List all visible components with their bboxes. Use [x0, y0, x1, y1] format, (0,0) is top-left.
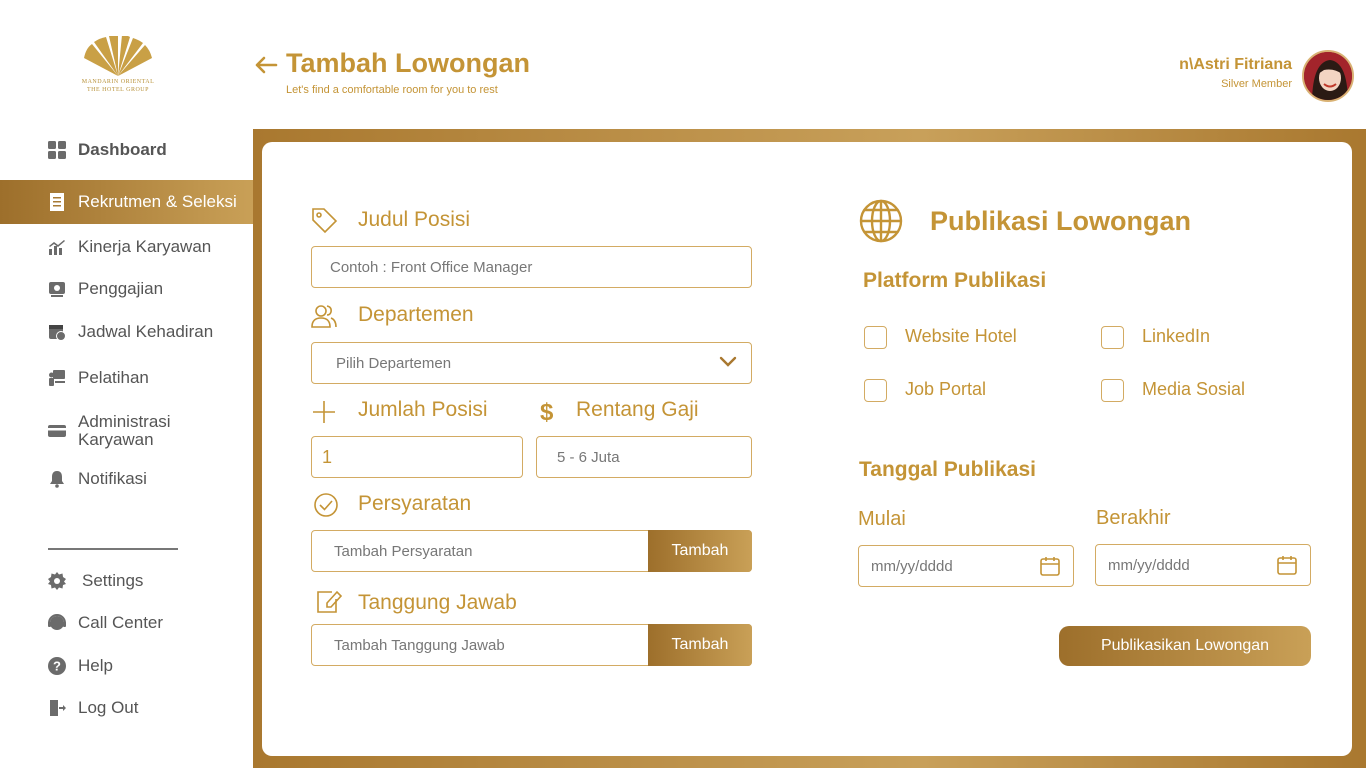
help-icon: ?	[48, 657, 66, 675]
users-icon	[310, 302, 338, 330]
jumlah-posisi-input[interactable]: 1	[311, 436, 523, 478]
sidebar-item-pelatihan[interactable]: Pelatihan	[0, 358, 253, 398]
gear-icon	[48, 572, 66, 590]
globe-icon	[858, 198, 904, 244]
berakhir-date-placeholder: mm/yy/dddd	[1108, 556, 1190, 574]
tag-icon	[310, 206, 338, 234]
avatar[interactable]	[1302, 50, 1354, 102]
logout-icon	[48, 699, 66, 717]
sidebar-item-logout[interactable]: Log Out	[0, 688, 253, 728]
departemen-select-value: Pilih Departemen	[336, 354, 452, 372]
jumlah-posisi-label: Jumlah Posisi	[358, 398, 488, 421]
sidebar-item-label: Log Out	[78, 698, 139, 717]
sidebar-item-label: Pelatihan	[78, 368, 149, 387]
edit-icon	[314, 587, 343, 615]
job-portal-label: Job Portal	[905, 379, 987, 399]
sidebar-item-label: Help	[78, 656, 113, 675]
page-title: Tambah Lowongan	[286, 48, 530, 78]
berakhir-label: Berakhir	[1096, 507, 1171, 529]
back-arrow-icon[interactable]	[254, 54, 278, 76]
sidebar-item-label: Administrasi Karyawan	[78, 412, 171, 449]
card-icon	[48, 422, 66, 440]
website-hotel-label: Website Hotel	[905, 326, 1017, 346]
chevron-down-icon	[719, 356, 737, 367]
judul-posisi-label: Judul Posisi	[358, 208, 471, 231]
dollar-icon: $	[536, 398, 564, 426]
mulai-date-placeholder: mm/yy/dddd	[871, 557, 953, 575]
sidebar-item-label: Kinerja Karyawan	[78, 237, 212, 256]
berakhir-date-input[interactable]: mm/yy/dddd	[1095, 544, 1311, 586]
media-sosial-label: Media Sosial	[1142, 379, 1246, 399]
sidebar-divider	[48, 548, 178, 550]
rentang-gaji-input[interactable]: 5 - 6 Juta	[536, 436, 752, 478]
headset-icon	[48, 614, 66, 632]
payroll-icon	[48, 280, 66, 298]
sidebar-item-label: Jadwal Kehadiran	[78, 322, 214, 341]
tambah-tanggung-jawab-button[interactable]: Tambah	[648, 624, 752, 666]
logo-text-line1: MANDARIN ORIENTAL	[81, 79, 155, 85]
sidebar-item-help[interactable]: ? Help	[0, 646, 253, 686]
bell-icon	[48, 470, 66, 488]
judul-posisi-input[interactable]: Contoh : Front Office Manager	[311, 246, 752, 288]
calendar-icon[interactable]	[1276, 554, 1298, 576]
checkbox-linkedin[interactable]	[1101, 326, 1124, 349]
mulai-label: Mulai	[858, 508, 906, 530]
training-icon	[48, 369, 66, 387]
sidebar-item-administrasi[interactable]: Administrasi Karyawan	[0, 408, 253, 454]
sidebar-item-rekrutmen[interactable]: Rekrutmen & Seleksi	[0, 180, 253, 224]
tanggung-jawab-label: Tanggung Jawab	[358, 591, 517, 614]
sidebar-item-label: Dashboard	[78, 140, 167, 159]
calendar-clock-icon	[48, 323, 66, 341]
rentang-gaji-label: Rentang Gaji	[576, 398, 699, 421]
persyaratan-label: Persyaratan	[358, 492, 472, 515]
fan-logo-icon	[84, 36, 152, 76]
publikasi-title: Publikasi Lowongan	[930, 206, 1192, 236]
sidebar-item-call-center[interactable]: Call Center	[0, 603, 253, 643]
sidebar-item-dashboard[interactable]: Dashboard	[0, 130, 253, 170]
publikasikan-lowongan-button[interactable]: Publikasikan Lowongan	[1059, 626, 1311, 666]
user-name: n\Astri Fitriana	[1179, 56, 1292, 73]
sidebar-item-jadwal[interactable]: Jadwal Kehadiran	[0, 312, 253, 352]
tanggal-publikasi-title: Tanggal Publikasi	[859, 458, 1036, 481]
sidebar-item-label: Penggajian	[78, 279, 164, 298]
sidebar-item-penggajian[interactable]: Penggajian	[0, 269, 253, 309]
checkbox-website-hotel[interactable]	[864, 326, 887, 349]
check-circle-icon	[312, 491, 340, 519]
sidebar-item-label: Rekrutmen & Seleksi	[78, 192, 237, 211]
tambah-persyaratan-button[interactable]: Tambah	[648, 530, 752, 572]
document-list-icon	[48, 193, 66, 211]
departemen-label: Departemen	[358, 303, 474, 326]
page-subtitle: Let's find a comfortable room for you to…	[286, 84, 498, 96]
mulai-date-input[interactable]: mm/yy/dddd	[858, 545, 1074, 587]
departemen-select[interactable]: Pilih Departemen	[311, 342, 752, 384]
chart-icon	[48, 238, 66, 256]
platform-publikasi-title: Platform Publikasi	[863, 269, 1047, 292]
checkbox-job-portal[interactable]	[864, 379, 887, 402]
linkedin-label: LinkedIn	[1142, 326, 1211, 346]
calendar-icon[interactable]	[1039, 555, 1061, 577]
checkbox-media-sosial[interactable]	[1101, 379, 1124, 402]
logo-text-line2: THE HOTEL GROUP	[87, 87, 149, 93]
sidebar-item-label: Call Center	[78, 613, 164, 632]
dashboard-icon	[48, 141, 66, 159]
sidebar-item-kinerja[interactable]: Kinerja Karyawan	[0, 227, 253, 267]
user-tier-badge: Silver Member	[1221, 78, 1292, 90]
plus-icon	[310, 398, 338, 426]
sidebar-item-settings[interactable]: Settings	[0, 561, 253, 601]
svg-text:?: ?	[53, 659, 61, 674]
sidebar-item-notifikasi[interactable]: Notifikasi	[0, 459, 253, 499]
brand-logo: MANDARIN ORIENTAL THE HOTEL GROUP	[76, 36, 160, 98]
sidebar-item-label: Notifikasi	[78, 469, 147, 488]
svg-text:$: $	[540, 399, 554, 426]
sidebar-item-label: Settings	[82, 571, 144, 590]
